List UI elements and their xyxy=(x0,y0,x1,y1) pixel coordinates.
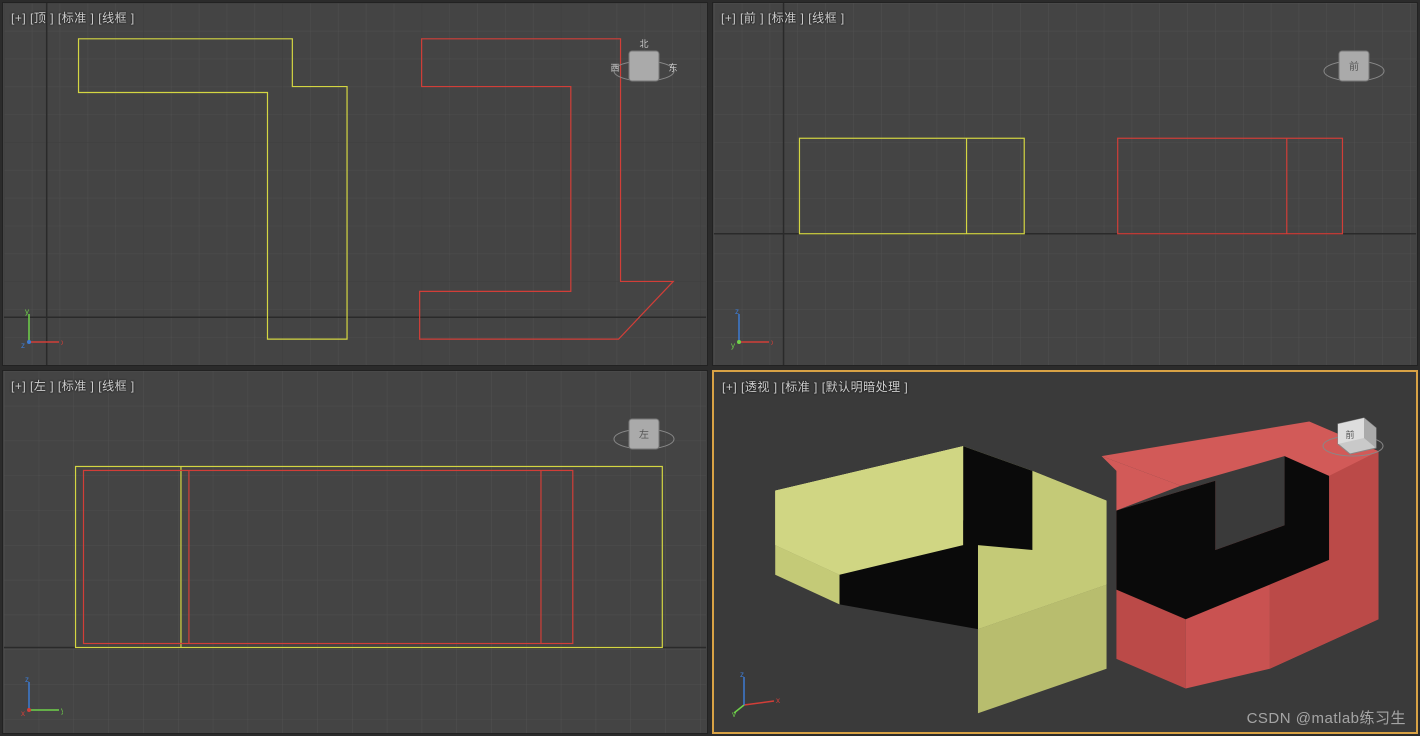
menu-view[interactable]: [左 ] xyxy=(30,379,54,393)
menu-shade[interactable]: [线框 ] xyxy=(98,11,135,25)
viewcube-top[interactable]: 北 西 东 xyxy=(605,27,683,108)
menu-shade[interactable]: [默认明暗处理 ] xyxy=(822,380,909,394)
menu-plus[interactable]: [+] xyxy=(11,11,26,25)
axis-gizmo-persp: x y z xyxy=(732,671,782,720)
axis-gizmo-front: x z y xyxy=(731,308,773,353)
svg-text:x: x xyxy=(21,709,25,718)
menu-plus[interactable]: [+] xyxy=(11,379,26,393)
axis-gizmo-left: y z x xyxy=(21,676,63,721)
viewport-quad: [+] [顶 ] [标准 ] [线框 ] xyxy=(0,0,1420,736)
watermark: CSDN @matlab练习生 xyxy=(1247,707,1406,728)
svg-text:东: 东 xyxy=(668,62,677,73)
viewcube-front[interactable]: 前 xyxy=(1315,27,1393,108)
viewport-persp-label: [+] [透视 ] [标准 ] [默认明暗处理 ] xyxy=(722,378,908,395)
svg-text:北: 北 xyxy=(639,39,648,49)
persp-canvas xyxy=(714,372,1416,732)
menu-view[interactable]: [顶 ] xyxy=(30,11,54,25)
svg-text:y: y xyxy=(61,706,63,715)
svg-text:y: y xyxy=(25,308,29,316)
menu-view[interactable]: [前 ] xyxy=(740,11,764,25)
svg-text:z: z xyxy=(25,676,29,684)
menu-view[interactable]: [透视 ] xyxy=(741,380,778,394)
svg-text:z: z xyxy=(735,308,739,316)
menu-plus[interactable]: [+] xyxy=(722,380,737,394)
viewport-front[interactable]: [+] [前 ] [标准 ] [线框 ] 前 xyxy=(712,2,1418,366)
svg-text:z: z xyxy=(740,671,744,679)
svg-text:x: x xyxy=(61,338,63,347)
svg-text:前: 前 xyxy=(1349,60,1359,73)
top-canvas xyxy=(3,3,707,365)
menu-mode[interactable]: [标准 ] xyxy=(58,11,95,25)
viewport-perspective[interactable]: [+] [透视 ] [标准 ] [默认明暗处理 ] xyxy=(712,370,1418,734)
svg-text:左: 左 xyxy=(639,428,649,441)
viewport-left[interactable]: [+] [左 ] [标准 ] [线框 ] 左 xyxy=(2,370,708,734)
viewport-front-label: [+] [前 ] [标准 ] [线框 ] xyxy=(721,9,845,26)
left-canvas xyxy=(3,371,707,733)
svg-text:z: z xyxy=(21,341,25,350)
menu-mode[interactable]: [标准 ] xyxy=(768,11,805,25)
svg-text:x: x xyxy=(771,338,773,347)
viewport-top[interactable]: [+] [顶 ] [标准 ] [线框 ] xyxy=(2,2,708,366)
menu-mode[interactable]: [标准 ] xyxy=(58,379,95,393)
viewcube-left[interactable]: 左 xyxy=(605,395,683,476)
svg-text:y: y xyxy=(732,710,736,717)
menu-shade[interactable]: [线框 ] xyxy=(808,11,845,25)
svg-text:西: 西 xyxy=(610,63,619,73)
front-canvas xyxy=(713,3,1417,365)
object-yellow-persp xyxy=(775,446,1106,713)
viewport-left-label: [+] [左 ] [标准 ] [线框 ] xyxy=(11,377,135,394)
viewport-top-label: [+] [顶 ] [标准 ] [线框 ] xyxy=(11,9,135,26)
menu-plus[interactable]: [+] xyxy=(721,11,736,25)
svg-text:y: y xyxy=(731,341,735,350)
axis-gizmo-top: x y z xyxy=(21,308,63,353)
menu-shade[interactable]: [线框 ] xyxy=(98,379,135,393)
svg-text:x: x xyxy=(776,696,780,705)
viewcube-persp[interactable]: 前 xyxy=(1314,396,1392,477)
menu-mode[interactable]: [标准 ] xyxy=(781,380,818,394)
svg-text:前: 前 xyxy=(1345,429,1354,440)
